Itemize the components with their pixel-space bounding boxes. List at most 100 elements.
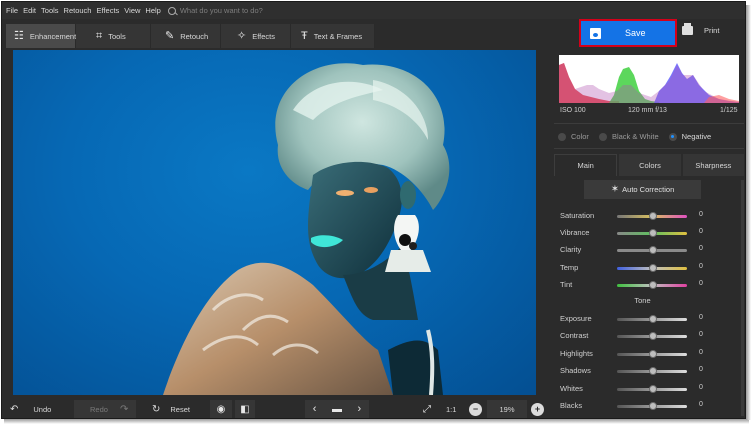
- folder-icon[interactable]: ▬: [332, 404, 342, 415]
- auto-correction-button[interactable]: ✶ Auto Correction: [584, 180, 701, 199]
- slider-label: Whites: [560, 384, 583, 393]
- tab-main[interactable]: Main: [554, 154, 618, 176]
- slider-knob[interactable]: [649, 212, 657, 220]
- histogram-iso: ISO 100: [560, 107, 586, 114]
- plus-icon: +: [531, 402, 544, 416]
- tab-effects[interactable]: ✧ Effects: [221, 24, 291, 48]
- slider-label: Tint: [560, 280, 573, 289]
- negative-portrait-image: [163, 63, 450, 395]
- whites-slider[interactable]: Whites 0: [560, 383, 710, 395]
- saturation-slider[interactable]: Saturation 0: [560, 210, 710, 222]
- eye-icon: ◉: [216, 403, 226, 415]
- radio-color[interactable]: [558, 132, 566, 141]
- search-icon: [167, 6, 176, 15]
- menu-file[interactable]: File: [6, 6, 18, 15]
- slider-value: 0: [699, 331, 703, 338]
- photo-canvas[interactable]: [13, 50, 536, 395]
- auto-correction-label: Auto Correction: [622, 185, 675, 194]
- panel-scrollbar[interactable]: [741, 180, 744, 416]
- slider-knob[interactable]: [649, 281, 657, 289]
- undo-button[interactable]: ↶ Undo: [10, 400, 72, 418]
- app-window: File Edit Tools Retouch Effects View Hel…: [1, 1, 746, 419]
- tone-section-label: Tone: [634, 296, 651, 305]
- clarity-slider[interactable]: Clarity 0: [560, 244, 710, 256]
- menu-view[interactable]: View: [124, 6, 140, 15]
- slider-label: Blacks: [560, 401, 583, 410]
- menu-effects[interactable]: Effects: [96, 6, 119, 15]
- menu-edit[interactable]: Edit: [23, 6, 36, 15]
- tint-slider[interactable]: Tint 0: [560, 279, 710, 291]
- shadows-slider[interactable]: Shadows 0: [560, 365, 710, 377]
- zoom-value: 19%: [499, 404, 515, 414]
- file-navigation: ‹ ▬ ›: [305, 400, 369, 418]
- slider-value: 0: [699, 211, 703, 218]
- save-label: Save: [625, 28, 646, 38]
- slider-knob[interactable]: [649, 332, 657, 340]
- menu-help[interactable]: Help: [145, 6, 160, 15]
- next-file-button[interactable]: ›: [358, 403, 362, 415]
- reset-icon: ↻: [152, 403, 161, 415]
- slider-knob[interactable]: [649, 367, 657, 375]
- zoom-level[interactable]: 19%: [487, 400, 527, 418]
- menu-retouch[interactable]: Retouch: [64, 6, 92, 15]
- slider-value: 0: [699, 280, 703, 287]
- slider-knob[interactable]: [649, 385, 657, 393]
- print-button[interactable]: Print: [682, 23, 719, 35]
- tab-sharpness[interactable]: Sharpness: [682, 154, 744, 176]
- preview-toggle-button[interactable]: ◉: [210, 400, 232, 418]
- tab-retouch[interactable]: ✎ Retouch: [151, 24, 221, 48]
- slider-knob[interactable]: [649, 315, 657, 323]
- compare-button[interactable]: ◧: [235, 400, 255, 418]
- slider-label: Clarity: [560, 245, 582, 254]
- fit-to-screen-button[interactable]: ⤢: [420, 400, 434, 418]
- tab-tools[interactable]: ⌗ Tools: [76, 24, 151, 48]
- slider-label: Exposure: [560, 314, 592, 323]
- magic-wand-icon: ✧: [237, 29, 247, 42]
- compare-icon: ◧: [240, 403, 250, 415]
- brush-icon: ✎: [165, 29, 175, 42]
- zoom-in-button[interactable]: +: [531, 400, 544, 418]
- slider-knob[interactable]: [649, 402, 657, 410]
- blacks-slider[interactable]: Blacks 0: [560, 400, 710, 412]
- tab-label: Enhancement: [29, 31, 77, 41]
- tab-text-frames[interactable]: Ŧ Text & Frames: [291, 24, 375, 48]
- search-placeholder: What do you want to do?: [179, 6, 263, 15]
- mode-tabs: ☷ Enhancement ⌗ Tools ✎ Retouch ✧ Effect…: [6, 24, 375, 48]
- reset-label: Reset: [170, 404, 190, 414]
- undo-label: Undo: [33, 404, 52, 414]
- slider-value: 0: [699, 228, 703, 235]
- tab-label: Effects: [252, 31, 276, 41]
- histogram: [559, 55, 739, 103]
- zoom-out-button[interactable]: −: [469, 400, 482, 418]
- temp-slider[interactable]: Temp 0: [560, 262, 710, 274]
- tab-colors[interactable]: Colors: [619, 154, 681, 176]
- slider-knob[interactable]: [649, 229, 657, 237]
- undo-icon: ↶: [10, 403, 19, 415]
- redo-button[interactable]: Redo ↷: [74, 400, 136, 418]
- radio-negative[interactable]: [668, 132, 677, 141]
- slider-knob[interactable]: [649, 350, 657, 358]
- radio-black-white[interactable]: [598, 132, 607, 141]
- slider-knob[interactable]: [649, 264, 657, 272]
- magic-sparkle-icon: ✶: [610, 184, 620, 195]
- command-search[interactable]: What do you want to do?: [167, 6, 263, 15]
- color-mode-group: Color Black & White Negative: [558, 132, 711, 141]
- contrast-slider[interactable]: Contrast 0: [560, 330, 710, 342]
- tab-label: Text & Frames: [313, 31, 363, 41]
- slider-value: 0: [699, 245, 703, 252]
- printer-icon: [682, 23, 693, 35]
- previous-file-button[interactable]: ‹: [313, 403, 317, 415]
- slider-label: Highlights: [560, 349, 593, 358]
- menu-tools[interactable]: Tools: [41, 6, 59, 15]
- slider-value: 0: [699, 401, 703, 408]
- tab-enhancement[interactable]: ☷ Enhancement: [6, 24, 76, 48]
- slider-knob[interactable]: [649, 246, 657, 254]
- tab-label: Retouch: [180, 31, 209, 41]
- actual-size-button[interactable]: 1:1: [446, 400, 456, 418]
- vibrance-slider[interactable]: Vibrance 0: [560, 227, 710, 239]
- highlights-slider[interactable]: Highlights 0: [560, 348, 710, 360]
- exposure-slider[interactable]: Exposure 0: [560, 313, 710, 325]
- save-button[interactable]: Save: [581, 21, 675, 45]
- reset-button[interactable]: ↻ Reset: [152, 400, 207, 418]
- slider-value: 0: [699, 384, 703, 391]
